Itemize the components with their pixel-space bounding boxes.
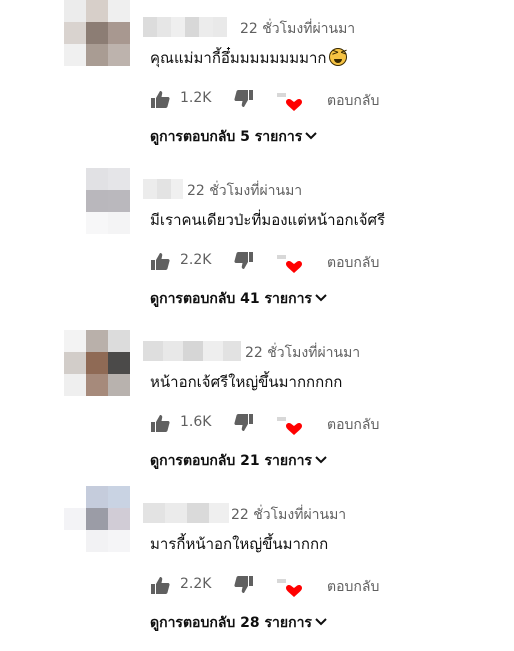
- chevron-down-icon: [315, 614, 327, 630]
- avatar[interactable]: [64, 330, 130, 396]
- chevron-down-icon: [315, 290, 327, 306]
- comments-page: { "comments": [ { "time": "22 ชั่วโมงที่…: [0, 0, 514, 651]
- avatar[interactable]: [64, 486, 130, 552]
- like-count: 2.2K: [180, 252, 212, 268]
- chevron-down-icon: [315, 452, 327, 468]
- username-blurred[interactable]: [143, 17, 227, 37]
- comment-actions: 1.2K ตอบกลับ: [150, 88, 450, 112]
- creator-heart-icon: [277, 252, 303, 278]
- thumbs-up-icon[interactable]: [150, 252, 170, 274]
- comment-actions: 2.2K ตอบกลับ: [150, 250, 450, 274]
- comment-text: มารกี้หน้าอกใหญ่ขึ้นมากกก: [150, 535, 329, 553]
- thumbs-down-icon[interactable]: [234, 576, 254, 598]
- username-blurred[interactable]: [143, 503, 229, 523]
- thumbs-up-icon[interactable]: [150, 414, 170, 436]
- timestamp[interactable]: 22 ชั่วโมงที่ผ่านมา: [231, 504, 346, 526]
- like-count: 1.2K: [180, 90, 212, 106]
- username-blurred[interactable]: [143, 341, 241, 361]
- reply-button[interactable]: ตอบกลับ: [327, 414, 379, 436]
- comment-item: 22 ชั่วโมงที่ผ่านมา คุณแม่มากี้อึ๋มมมมมม…: [0, 0, 514, 162]
- timestamp[interactable]: 22 ชั่วโมงที่ผ่านมา: [187, 180, 302, 202]
- reply-button[interactable]: ตอบกลับ: [327, 90, 379, 112]
- timestamp[interactable]: 22 ชั่วโมงที่ผ่านมา: [245, 342, 360, 364]
- thumbs-down-icon[interactable]: [234, 252, 254, 274]
- avatar[interactable]: [64, 0, 130, 66]
- creator-heart-icon: [277, 414, 303, 440]
- laughing-emoji-icon: [328, 48, 349, 66]
- creator-heart-icon: [277, 90, 303, 116]
- username-blurred[interactable]: [143, 179, 183, 199]
- comment-item: 22 ชั่วโมงที่ผ่านมา มารกี้หน้าอกใหญ่ขึ้น…: [0, 486, 514, 648]
- thumbs-down-icon[interactable]: [234, 90, 254, 112]
- view-replies-button[interactable]: ดูการตอบกลับ 5 รายการ: [150, 126, 317, 148]
- reply-button[interactable]: ตอบกลับ: [327, 252, 379, 274]
- thumbs-up-icon[interactable]: [150, 576, 170, 598]
- view-replies-button[interactable]: ดูการตอบกลับ 28 รายการ: [150, 612, 327, 634]
- comment-actions: 2.2K ตอบกลับ: [150, 574, 450, 598]
- view-replies-button[interactable]: ดูการตอบกลับ 41 รายการ: [150, 288, 327, 310]
- timestamp[interactable]: 22 ชั่วโมงที่ผ่านมา: [240, 18, 355, 40]
- comment-text: คุณแม่มากี้อึ๋มมมมมมมมาก: [150, 46, 349, 70]
- reply-button[interactable]: ตอบกลับ: [327, 576, 379, 598]
- creator-heart-icon: [277, 576, 303, 602]
- view-replies-button[interactable]: ดูการตอบกลับ 21 รายการ: [150, 450, 327, 472]
- comment-text: หน้าอกเจ้ศรีใหญ่ขึ้นมากกกกก: [150, 373, 343, 391]
- like-count: 2.2K: [180, 576, 212, 592]
- thumbs-up-icon[interactable]: [150, 90, 170, 112]
- comment-actions: 1.6K ตอบกลับ: [150, 412, 450, 436]
- chevron-down-icon: [305, 128, 317, 144]
- avatar[interactable]: [64, 168, 130, 234]
- thumbs-down-icon[interactable]: [234, 414, 254, 436]
- comment-item: 22 ชั่วโมงที่ผ่านมา หน้าอกเจ้ศรีใหญ่ขึ้น…: [0, 324, 514, 486]
- like-count: 1.6K: [180, 414, 212, 430]
- comment-item: 22 ชั่วโมงที่ผ่านมา มีเราคนเดียวป่ะที่มอ…: [0, 162, 514, 324]
- comment-text: มีเราคนเดียวป่ะที่มองแต่หน้าอกเจ้ศรี: [150, 211, 386, 229]
